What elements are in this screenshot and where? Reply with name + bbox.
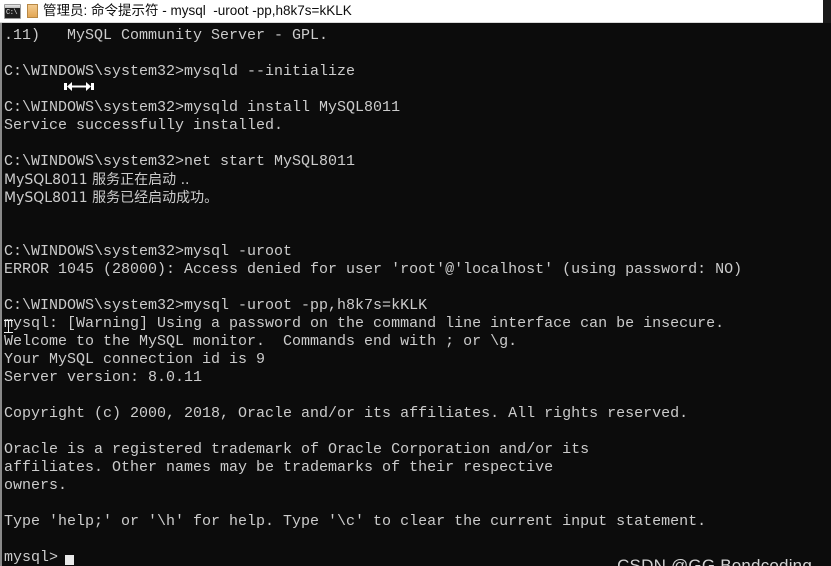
console-line: Your MySQL connection id is 9 (4, 351, 266, 368)
console-line: Copyright (c) 2000, 2018, Oracle and/or … (4, 405, 689, 422)
console-line: ERROR 1045 (28000): Access denied for us… (4, 261, 743, 278)
secondary-titlebar-icon (27, 4, 38, 18)
console-line: C:\WINDOWS\system32>mysqld install MySQL… (4, 99, 401, 116)
cmd-icon-prompt-glyph: C:\ (6, 8, 18, 17)
console-line: affiliates. Other names may be trademark… (4, 459, 554, 476)
console-line: .11) MySQL Community Server - GPL. (4, 27, 329, 44)
cmd-icon-titlebar-stripe (5, 4, 20, 8)
console-line: C:\WINDOWS\system32>net start MySQL8011 (4, 153, 356, 170)
console-line: C:\WINDOWS\system32>mysqld --initialize (4, 63, 356, 80)
console-line: Service successfully installed. (4, 117, 284, 134)
console-line: C:\WINDOWS\system32>mysql -uroot -pp,h8k… (4, 297, 428, 314)
console-text-container: .11) MySQL Community Server - GPL. C:\WIN… (2, 23, 831, 566)
console-line: Welcome to the MySQL monitor. Commands e… (4, 333, 518, 350)
screenshot-root: C:\ 管理员: 命令提示符 - mysql -uroot -pp,h8k7s=… (0, 0, 831, 566)
console-output-area[interactable]: .11) MySQL Community Server - GPL. C:\WIN… (0, 23, 831, 566)
window-title-text: 管理员: 命令提示符 - mysql -uroot -pp,h8k7s=kKLK (43, 3, 352, 18)
csdn-watermark: CSDN @GG.Bondcoding (617, 556, 812, 566)
console-block-cursor (65, 555, 74, 565)
console-line: Oracle is a registered trademark of Orac… (4, 441, 590, 458)
cmd-console-icon: C:\ (4, 3, 21, 19)
window-titlebar[interactable]: C:\ 管理员: 命令提示符 - mysql -uroot -pp,h8k7s=… (0, 0, 831, 23)
console-line: MySQL8011 服务正在启动 .. (4, 172, 190, 188)
titlebar-right-edge (823, 0, 831, 23)
console-line: mysql: [Warning] Using a password on the… (4, 315, 725, 332)
console-line: Type 'help;' or '\h' for help. Type '\c'… (4, 513, 707, 530)
console-line: C:\WINDOWS\system32>mysql -uroot (4, 243, 293, 260)
console-line: owners. (4, 477, 68, 494)
console-line: Server version: 8.0.11 (4, 369, 203, 386)
console-line: MySQL8011 服务已经启动成功。 (4, 190, 219, 206)
